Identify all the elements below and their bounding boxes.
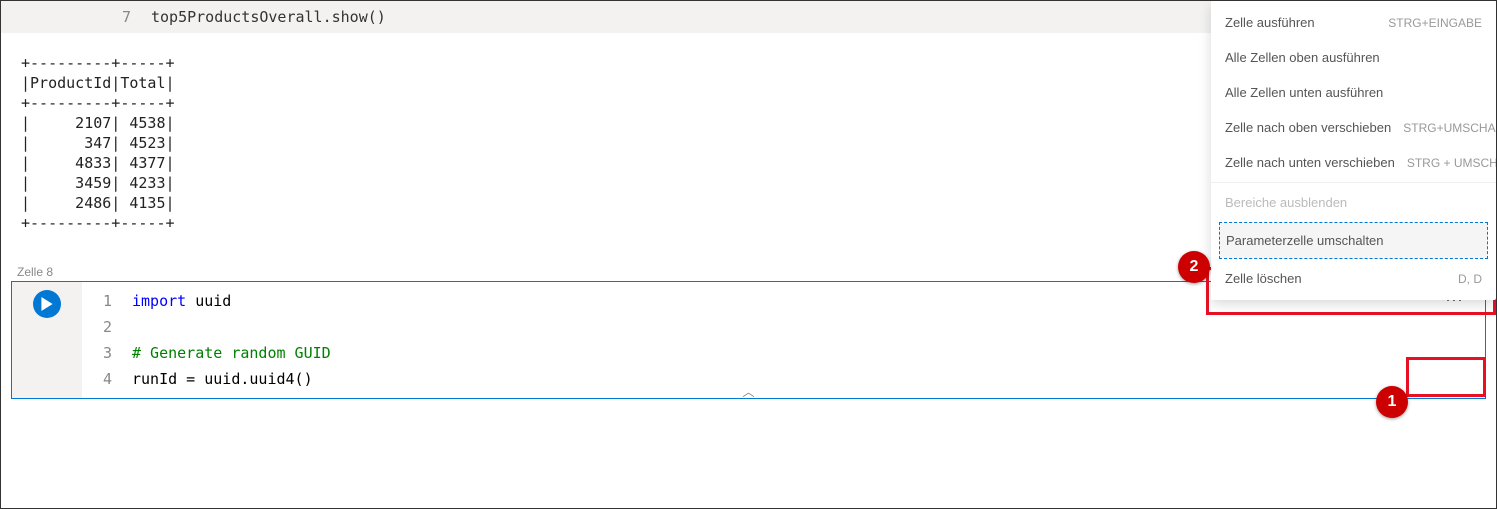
menu-shortcut: STRG + UMSCHALT: [1407, 156, 1496, 170]
comment: # Generate random GUID: [132, 344, 331, 362]
menu-label: Zelle ausführen: [1225, 15, 1315, 30]
menu-hide-ranges: Bereiche ausblenden: [1211, 185, 1496, 220]
cell-8-linenos: 1 2 3 4: [82, 282, 122, 398]
menu-label: Bereiche ausblenden: [1225, 195, 1347, 210]
menu-toggle-parameter-cell[interactable]: Parameterzelle umschalten: [1219, 222, 1488, 259]
menu-shortcut: STRG+UMSCHALT: [1403, 121, 1496, 135]
menu-separator: [1211, 182, 1496, 183]
cell-8-run-gutter: [12, 282, 82, 398]
menu-label: Zelle nach oben verschieben: [1225, 120, 1391, 135]
callout-badge-2: 2: [1178, 251, 1210, 283]
code-text: top5ProductsOverall.show(): [151, 8, 386, 26]
module-name: uuid: [186, 292, 231, 310]
cell-7-code: top5ProductsOverall.show(): [151, 5, 386, 29]
code-line: runId = uuid.uuid4(): [132, 370, 313, 388]
cell-7-lineno: 7: [101, 5, 151, 29]
menu-run-below[interactable]: Alle Zellen unten ausführen: [1211, 75, 1496, 110]
menu-label: Alle Zellen oben ausführen: [1225, 50, 1380, 65]
menu-run-above[interactable]: Alle Zellen oben ausführen: [1211, 40, 1496, 75]
menu-label: Alle Zellen unten ausführen: [1225, 85, 1383, 100]
menu-shortcut: D, D: [1458, 272, 1482, 286]
lineno: 2: [82, 314, 112, 340]
lineno: 3: [82, 340, 112, 366]
run-cell-button[interactable]: [33, 290, 61, 318]
collapse-handle[interactable]: ︿: [742, 383, 754, 400]
cell-7-gutter: [1, 5, 101, 29]
menu-run-cell[interactable]: Zelle ausführen STRG+EINGABE: [1211, 5, 1496, 40]
menu-move-up[interactable]: Zelle nach oben verschieben STRG+UMSCHAL…: [1211, 110, 1496, 145]
menu-delete-cell[interactable]: Zelle löschen D, D: [1211, 261, 1496, 296]
cell-context-menu: Zelle ausführen STRG+EINGABE Alle Zellen…: [1211, 1, 1496, 300]
menu-label: Zelle löschen: [1225, 271, 1302, 286]
menu-shortcut: STRG+EINGABE: [1388, 16, 1482, 30]
callout-badge-1: 1: [1376, 386, 1408, 418]
chevron-up-icon: ︿: [742, 385, 754, 399]
lineno: 4: [82, 366, 112, 392]
menu-label: Zelle nach unten verschieben: [1225, 155, 1395, 170]
kw-import: import: [132, 292, 186, 310]
play-icon: [40, 297, 54, 311]
lineno: 1: [82, 288, 112, 314]
notebook-area: 7 top5ProductsOverall.show() +---------+…: [1, 1, 1496, 508]
menu-move-down[interactable]: Zelle nach unten verschieben STRG + UMSC…: [1211, 145, 1496, 180]
menu-label: Parameterzelle umschalten: [1226, 233, 1384, 248]
